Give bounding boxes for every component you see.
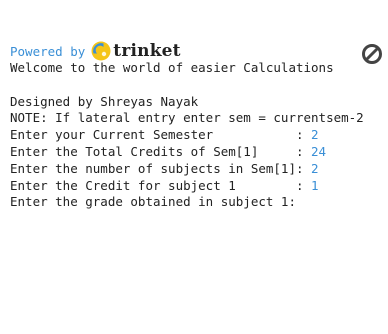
prompt-label: Enter the Total Credits of Sem[1] : — [10, 143, 312, 159]
output-line-blank — [10, 77, 388, 94]
entered-value: 2 — [311, 160, 319, 176]
trinket-brand-link[interactable]: trinket — [91, 41, 181, 61]
powered-by-label: Powered by — [10, 43, 86, 59]
entered-value: 24 — [311, 143, 327, 159]
prompt-subject-credit: Enter the Credit for subject 1 : 1 — [10, 178, 388, 195]
trinket-console: Powered by trinket Welcome to the world … — [0, 0, 388, 334]
prompt-label: Enter the Credit for subject 1 : — [10, 177, 312, 193]
trinket-logo-icon — [91, 41, 111, 61]
entered-value: 1 — [311, 177, 319, 193]
prompt-number-of-subjects: Enter the number of subjects in Sem[1]: … — [10, 161, 388, 178]
output-line-designer: Designed by Shreyas Nayak — [10, 93, 199, 109]
prompt-label: Enter the grade obtained in subject 1: — [10, 194, 304, 210]
entered-value: 2 — [311, 127, 319, 143]
output-line-note: NOTE: If lateral entry enter sem = curre… — [10, 110, 364, 126]
prompt-label: Enter the number of subjects in Sem[1]: — [10, 160, 312, 176]
console-output[interactable]: Welcome to the world of easier Calculati… — [10, 60, 388, 211]
trinket-wordmark: trinket — [113, 41, 181, 61]
prompt-grade-input[interactable]: Enter the grade obtained in subject 1: — [10, 194, 388, 211]
prompt-label: Enter your Current Semester : — [10, 127, 312, 143]
prompt-total-credits: Enter the Total Credits of Sem[1] : 24 — [10, 144, 388, 161]
output-line-welcome: Welcome to the world of easier Calculati… — [10, 60, 334, 75]
prompt-current-semester: Enter your Current Semester : 2 — [10, 127, 388, 144]
trinket-header: Powered by trinket — [10, 41, 181, 61]
